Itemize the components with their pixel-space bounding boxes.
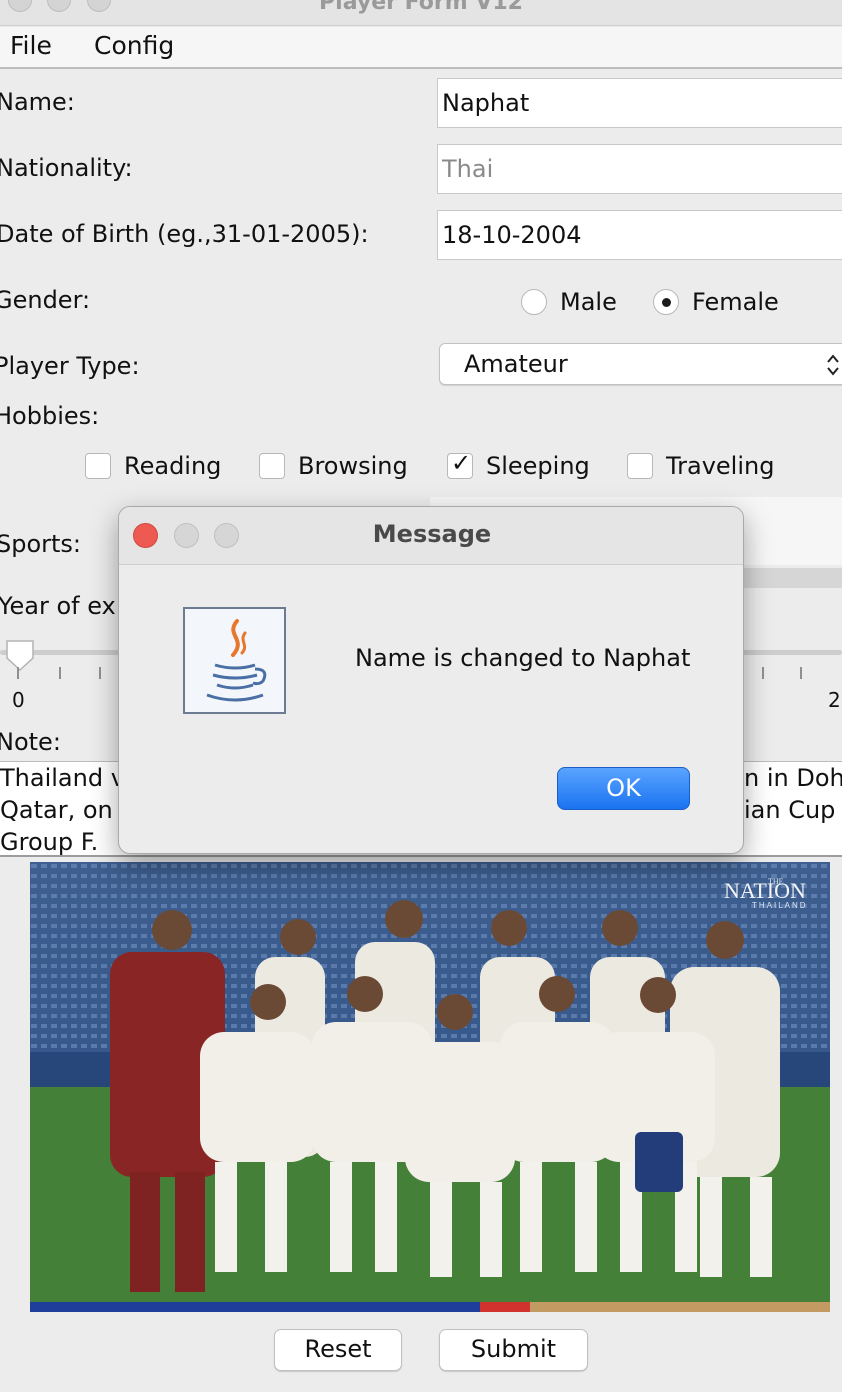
submit-button[interactable]: Submit	[439, 1329, 588, 1371]
gender-label: Gender:	[0, 286, 91, 314]
menu-bar: File Config	[0, 27, 842, 69]
gender-female-label[interactable]: Female	[692, 288, 779, 316]
nationality-label: Nationality:	[0, 154, 133, 182]
player-type-value: Amateur	[464, 350, 568, 378]
team-photo-image: THE NATION THAILAND	[30, 862, 830, 1312]
dob-label: Date of Birth (eg.,31-01-2005):	[0, 220, 369, 248]
checkmark-icon: ✓	[451, 449, 472, 477]
dob-field[interactable]: 18-10-2004	[437, 210, 842, 260]
slider-min-label: 0	[12, 688, 25, 712]
sports-label: Sports:	[0, 530, 82, 558]
radio-selected-dot	[662, 298, 671, 307]
note-line-right: n in Doh	[744, 764, 842, 792]
note-line: Thailand v	[0, 764, 125, 792]
menu-config[interactable]: Config	[94, 31, 174, 60]
gender-female-radio[interactable]	[653, 289, 679, 315]
ok-button[interactable]: OK	[557, 767, 690, 810]
year-slider-thumb[interactable]	[4, 638, 36, 672]
name-field[interactable]: Naphat	[437, 78, 842, 128]
note-line-right: ian Cup	[744, 796, 836, 824]
slider-tick	[99, 667, 101, 679]
hobbies-label: Hobbies:	[0, 402, 100, 430]
player-type-label: Player Type:	[0, 352, 140, 380]
dialog-titlebar: Message	[119, 507, 743, 565]
window-titlebar: Player Form V12	[0, 0, 842, 26]
slider-tick	[17, 667, 19, 679]
dialog-title: Message	[372, 520, 492, 548]
note-line: Group F.	[0, 828, 99, 856]
menu-file[interactable]: File	[10, 31, 52, 60]
hobby-sleeping-checkbox[interactable]: ✓	[447, 449, 473, 479]
dialog-message: Name is changed to Naphat	[355, 644, 691, 672]
note-label: Note:	[0, 728, 61, 756]
hobby-browsing-checkbox[interactable]	[259, 453, 285, 479]
reset-button[interactable]: Reset	[274, 1329, 402, 1371]
slider-tick	[59, 667, 61, 679]
nationality-field[interactable]: Thai	[437, 144, 842, 194]
name-label: Name:	[0, 88, 75, 116]
slider-tick	[762, 667, 764, 679]
hobby-traveling-checkbox[interactable]	[627, 453, 653, 479]
java-icon	[183, 607, 286, 714]
hobby-browsing-label[interactable]: Browsing	[298, 452, 408, 480]
hobby-reading-label[interactable]: Reading	[124, 452, 221, 480]
message-dialog: Message Name is changed to Naphat OK	[118, 506, 744, 854]
slider-max-label: 2	[828, 688, 841, 712]
watermark-logo: NATION	[724, 878, 806, 903]
select-arrows-icon	[827, 354, 839, 376]
slider-tick	[800, 667, 802, 679]
team-photo: THE NATION THAILAND	[30, 862, 830, 1312]
gender-male-label[interactable]: Male	[560, 288, 617, 316]
player-type-select[interactable]: Amateur	[439, 343, 842, 385]
hobby-reading-checkbox[interactable]	[85, 453, 111, 479]
watermark-sub: THAILAND	[752, 901, 808, 910]
year-experience-label: Year of ex	[0, 592, 116, 620]
sports-scrollbar[interactable]	[744, 568, 842, 588]
note-line: Qatar, on	[0, 796, 113, 824]
hobby-sleeping-label[interactable]: Sleeping	[486, 452, 590, 480]
window-title: Player Form V12	[319, 0, 523, 15]
gender-male-radio[interactable]	[521, 289, 547, 315]
hobby-traveling-label[interactable]: Traveling	[666, 452, 774, 480]
